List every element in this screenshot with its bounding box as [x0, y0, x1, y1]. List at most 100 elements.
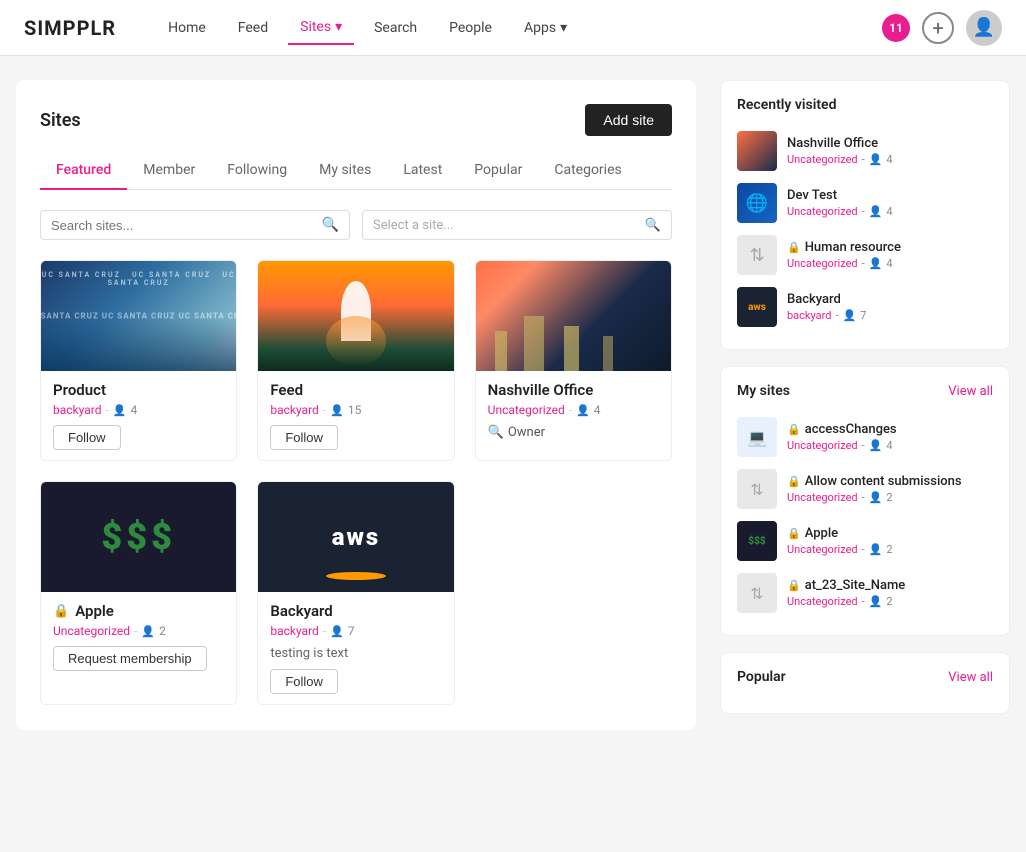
my-sites-header: My sites View all: [737, 383, 993, 399]
site-card-body-product: Product backyard - 👤 4 Follow: [41, 371, 236, 460]
sidebar-meta-accesschanges: Uncategorized - 👤 4: [787, 439, 993, 452]
sidebar-info-at23sitename: 🔒 at_23_Site_Name Uncategorized - 👤 2: [787, 578, 993, 608]
sidebar-item-nashville[interactable]: Nashville Office Uncategorized - 👤 4: [737, 125, 993, 177]
recently-visited-title: Recently visited: [737, 97, 836, 113]
follow-button-backyard[interactable]: Follow: [270, 669, 338, 694]
nav-item-feed[interactable]: Feed: [226, 12, 280, 44]
tab-featured[interactable]: Featured: [40, 152, 127, 190]
page-title-row: Sites Add site: [40, 104, 672, 136]
tab-following[interactable]: Following: [211, 152, 303, 190]
sidebar-item-apple-ms[interactable]: $$$ 🔒 Apple Uncategorized - 👤 2: [737, 515, 993, 567]
tab-my-sites[interactable]: My sites: [303, 152, 387, 190]
sidebar-thumb-backyard-rv: aws: [737, 287, 777, 327]
lock-icon-at23sitename: 🔒: [787, 579, 801, 592]
sidebar-item-humanresource[interactable]: ⇅ 🔒 Human resource Uncategorized - 👤 4: [737, 229, 993, 281]
lock-icon-accesschanges: 🔒: [787, 423, 801, 436]
add-site-button[interactable]: Add site: [585, 104, 672, 136]
site-card-product: UC SANTA CRUZ UC SANTA CRUZ UC SANTA CRU…: [40, 260, 237, 461]
site-card-apple: $$$ 🔒 Apple Uncategorized - 👤 2 Request …: [40, 481, 237, 705]
people-icon-backyard: 👤: [330, 625, 344, 638]
sidebar-item-backyard-rv[interactable]: aws Backyard backyard - 👤 7: [737, 281, 993, 333]
app-logo[interactable]: SIMPPLR: [24, 16, 116, 40]
follow-button-feed[interactable]: Follow: [270, 425, 338, 450]
my-sites-view-all[interactable]: View all: [948, 384, 993, 399]
avatar[interactable]: 👤: [966, 10, 1002, 46]
notification-badge[interactable]: 11: [882, 14, 910, 42]
owner-icon: 🔍: [488, 425, 504, 440]
popular-header: Popular View all: [737, 669, 993, 685]
sidebar-name-humanresource: 🔒 Human resource: [787, 240, 993, 255]
sidebar-name-apple-ms: 🔒 Apple: [787, 526, 993, 541]
site-card-body-backyard: Backyard backyard - 👤 7 testing is text …: [258, 592, 453, 704]
sidebar-meta-devtest: Uncategorized - 👤 4: [787, 205, 993, 218]
sidebar-info-apple-ms: 🔒 Apple Uncategorized - 👤 2: [787, 526, 993, 556]
sidebar-item-devtest[interactable]: 🌐 Dev Test Uncategorized - 👤 4: [737, 177, 993, 229]
people-icon-sidebar-devtest: 👤: [869, 205, 883, 218]
people-icon-sidebar-humanresource: 👤: [869, 257, 883, 270]
sidebar-thumb-accesschanges: 💻: [737, 417, 777, 457]
lock-icon-apple-ms: 🔒: [787, 527, 801, 540]
sidebar-name-nashville: Nashville Office: [787, 136, 993, 151]
sidebar-info-allowcontent: 🔒 Allow content submissions Uncategorize…: [787, 474, 993, 504]
sidebar-thumb-devtest: 🌐: [737, 183, 777, 223]
lock-icon-apple: 🔒: [53, 604, 69, 619]
sidebar-thumb-at23sitename: ⇅: [737, 573, 777, 613]
search-input[interactable]: [51, 218, 314, 233]
site-card-img-backyard: aws: [258, 482, 453, 592]
add-button[interactable]: +: [922, 12, 954, 44]
page-wrap: Sites Add site Featured Member Following…: [0, 56, 1026, 754]
site-meta-nashville: Uncategorized - 👤 4: [488, 403, 659, 417]
popular-view-all[interactable]: View all: [948, 670, 993, 685]
sidebar-info-nashville: Nashville Office Uncategorized - 👤 4: [787, 136, 993, 166]
sidebar-item-accesschanges[interactable]: 💻 🔒 accessChanges Uncategorized - 👤 4: [737, 411, 993, 463]
site-name-product: Product: [53, 381, 224, 399]
request-membership-button[interactable]: Request membership: [53, 646, 207, 671]
tab-categories[interactable]: Categories: [538, 152, 637, 190]
sidebar-meta-allowcontent: Uncategorized - 👤 2: [787, 491, 993, 504]
sidebar-info-humanresource: 🔒 Human resource Uncategorized - 👤 4: [787, 240, 993, 270]
site-card-img-feed: [258, 261, 453, 371]
sidebar-item-at23sitename[interactable]: ⇅ 🔒 at_23_Site_Name Uncategorized - 👤 2: [737, 567, 993, 619]
nav-item-search[interactable]: Search: [362, 12, 429, 44]
follow-button-product[interactable]: Follow: [53, 425, 121, 450]
site-select-box[interactable]: Select a site... 🔍: [362, 210, 672, 240]
site-name-nashville: Nashville Office: [488, 381, 659, 399]
sidebar-thumb-allowcontent: ⇅: [737, 469, 777, 509]
nav-item-apps[interactable]: Apps ▾: [512, 12, 579, 44]
sidebar-info-devtest: Dev Test Uncategorized - 👤 4: [787, 188, 993, 218]
nav-item-sites[interactable]: Sites ▾: [288, 11, 354, 45]
tab-latest[interactable]: Latest: [387, 152, 458, 190]
site-action-backyard: Follow: [270, 669, 441, 694]
site-action-nashville: 🔍 Owner: [488, 425, 659, 440]
site-card-body-feed: Feed backyard - 👤 15 Follow: [258, 371, 453, 460]
tab-member[interactable]: Member: [127, 152, 211, 190]
site-card-feed: Feed backyard - 👤 15 Follow: [257, 260, 454, 461]
sidebar-meta-nashville: Uncategorized - 👤 4: [787, 153, 993, 166]
site-name-backyard: Backyard: [270, 602, 441, 620]
lock-icon-allowcontent: 🔒: [787, 475, 801, 488]
page-title: Sites: [40, 110, 81, 131]
people-icon-sidebar-backyard-rv: 👤: [842, 309, 856, 322]
sidebar-item-allowcontent[interactable]: ⇅ 🔒 Allow content submissions Uncategori…: [737, 463, 993, 515]
sidebar-thumb-humanresource: ⇅: [737, 235, 777, 275]
sites-grid: UC SANTA CRUZ UC SANTA CRUZ UC SANTA CRU…: [40, 260, 672, 705]
site-card-nashville: Nashville Office Uncategorized - 👤 4 🔍 O…: [475, 260, 672, 461]
people-icon-sidebar-apple-ms: 👤: [869, 543, 883, 556]
sites-dropdown-icon: ▾: [335, 19, 342, 35]
site-name-apple: 🔒 Apple: [53, 602, 224, 620]
search-box: 🔍: [40, 210, 350, 240]
sidebar-name-accesschanges: 🔒 accessChanges: [787, 422, 993, 437]
site-card-body-apple: 🔒 Apple Uncategorized - 👤 2 Request memb…: [41, 592, 236, 681]
nav-item-people[interactable]: People: [437, 12, 504, 44]
site-meta-apple: Uncategorized - 👤 2: [53, 624, 224, 638]
people-icon-sidebar-allowcontent: 👤: [869, 491, 883, 504]
tab-popular[interactable]: Popular: [458, 152, 538, 190]
popular-section: Popular View all: [720, 652, 1010, 714]
site-card-img-nashville: [476, 261, 671, 371]
site-select-placeholder: Select a site...: [373, 218, 454, 233]
site-action-product: Follow: [53, 425, 224, 450]
popular-title: Popular: [737, 669, 786, 685]
nav-item-home[interactable]: Home: [156, 12, 218, 44]
apps-dropdown-icon: ▾: [560, 20, 567, 36]
sidebar-meta-backyard-rv: backyard - 👤 7: [787, 309, 993, 322]
